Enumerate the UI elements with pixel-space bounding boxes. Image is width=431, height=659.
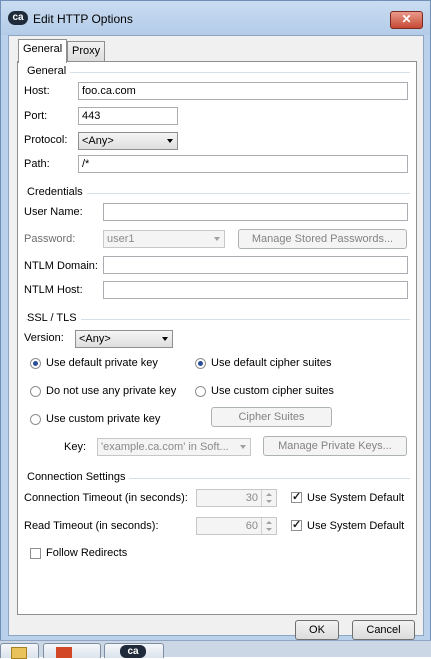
version-label: Version: xyxy=(24,332,64,344)
tab-proxy[interactable]: Proxy xyxy=(67,41,106,62)
ntlm-host-label: NTLM Host: xyxy=(24,284,83,296)
path-label: Path: xyxy=(24,158,50,170)
app-logo-icon: ca xyxy=(8,11,28,25)
protocol-label: Protocol: xyxy=(24,134,68,146)
ntlm-domain-label: NTLM Domain: xyxy=(24,260,98,272)
dialog-client-area: General Proxy General Host: foo.ca.com P… xyxy=(8,35,424,640)
user-name-label: User Name: xyxy=(24,206,83,218)
use-default-key-radio[interactable] xyxy=(30,358,41,369)
use-system-default-checkbox-2[interactable] xyxy=(291,518,302,531)
spin-down-icon[interactable] xyxy=(266,500,272,503)
version-select[interactable]: <Any> xyxy=(75,330,173,348)
protocol-select[interactable]: <Any> xyxy=(78,132,178,150)
connection-timeout-label: Connection Timeout (in seconds): xyxy=(24,492,188,504)
password-label: Password: xyxy=(24,233,76,245)
no-private-key-radio[interactable] xyxy=(30,386,41,397)
spin-up-icon[interactable] xyxy=(266,493,272,496)
chevron-down-icon xyxy=(214,237,220,241)
key-select[interactable]: 'example.ca.com' in Soft... xyxy=(97,438,251,456)
dialog-window: ca Edit HTTP Options ✕ General Proxy Gen… xyxy=(0,0,431,642)
key-selected-value: 'example.ca.com' in Soft... xyxy=(101,441,229,453)
spinner-buttons[interactable] xyxy=(261,490,276,506)
use-custom-cipher-label[interactable]: Use custom cipher suites xyxy=(211,385,334,397)
spin-down-icon[interactable] xyxy=(266,528,272,531)
ssl-separator xyxy=(26,319,410,320)
title-bar[interactable]: ca Edit HTTP Options ✕ xyxy=(1,1,430,35)
taskbar: ca xyxy=(0,640,431,659)
use-custom-cipher-radio[interactable] xyxy=(195,386,206,397)
port-input[interactable]: 443 xyxy=(78,107,178,125)
manage-stored-passwords-button[interactable]: Manage Stored Passwords... xyxy=(238,229,407,249)
spin-up-icon[interactable] xyxy=(266,521,272,524)
use-default-cipher-label[interactable]: Use default cipher suites xyxy=(211,357,331,369)
host-input[interactable]: foo.ca.com xyxy=(78,82,408,100)
chevron-down-icon xyxy=(162,337,168,341)
key-label: Key: xyxy=(64,441,87,453)
use-system-default-label-2[interactable]: Use System Default xyxy=(307,520,404,532)
dialog-title: Edit HTTP Options xyxy=(33,12,133,26)
general-tab-panel: General Host: foo.ca.com Port: 443 Proto… xyxy=(17,61,417,615)
read-timeout-spinner[interactable]: 60 xyxy=(196,517,277,535)
protocol-selected-value: <Any> xyxy=(82,135,114,147)
password-selected-value: user1 xyxy=(107,233,135,245)
read-timeout-value: 60 xyxy=(245,520,258,532)
spinner-buttons[interactable] xyxy=(261,518,276,534)
tab-general[interactable]: General xyxy=(18,39,68,63)
cancel-button[interactable]: Cancel xyxy=(352,620,415,640)
general-separator xyxy=(26,72,410,73)
port-label: Port: xyxy=(24,110,48,122)
connection-section-title: Connection Settings xyxy=(27,471,130,483)
follow-redirects-checkbox[interactable] xyxy=(30,548,41,559)
chevron-down-icon xyxy=(240,445,246,449)
read-timeout-label: Read Timeout (in seconds): xyxy=(24,520,159,532)
cipher-suites-button[interactable]: Cipher Suites xyxy=(211,407,332,427)
version-selected-value: <Any> xyxy=(79,333,111,345)
ntlm-domain-input[interactable] xyxy=(103,256,408,274)
ok-button[interactable]: OK xyxy=(295,620,339,640)
chevron-down-icon xyxy=(167,139,173,143)
connection-timeout-value: 30 xyxy=(245,492,258,504)
office-app-icon xyxy=(56,647,72,658)
manage-private-keys-button[interactable]: Manage Private Keys... xyxy=(263,436,407,456)
ssl-section-title: SSL / TLS xyxy=(27,312,81,324)
ntlm-host-input[interactable] xyxy=(103,281,408,299)
follow-redirects-label[interactable]: Follow Redirects xyxy=(46,547,127,559)
ca-app-icon: ca xyxy=(120,645,146,658)
close-button[interactable]: ✕ xyxy=(390,11,423,29)
user-name-input[interactable] xyxy=(103,203,408,221)
folder-icon xyxy=(11,647,27,659)
use-default-key-label[interactable]: Use default private key xyxy=(46,357,158,369)
password-select[interactable]: user1 xyxy=(103,230,225,248)
use-custom-key-label[interactable]: Use custom private key xyxy=(46,413,160,425)
connection-timeout-spinner[interactable]: 30 xyxy=(196,489,277,507)
use-default-cipher-radio[interactable] xyxy=(195,358,206,369)
general-section-title: General xyxy=(27,65,71,77)
credentials-section-title: Credentials xyxy=(27,186,87,198)
no-private-key-label[interactable]: Do not use any private key xyxy=(46,385,176,397)
use-system-default-label-1[interactable]: Use System Default xyxy=(307,492,404,504)
path-input[interactable]: /* xyxy=(78,155,408,173)
use-system-default-checkbox-1[interactable] xyxy=(291,490,302,503)
use-custom-key-radio[interactable] xyxy=(30,414,41,425)
host-label: Host: xyxy=(24,85,50,97)
